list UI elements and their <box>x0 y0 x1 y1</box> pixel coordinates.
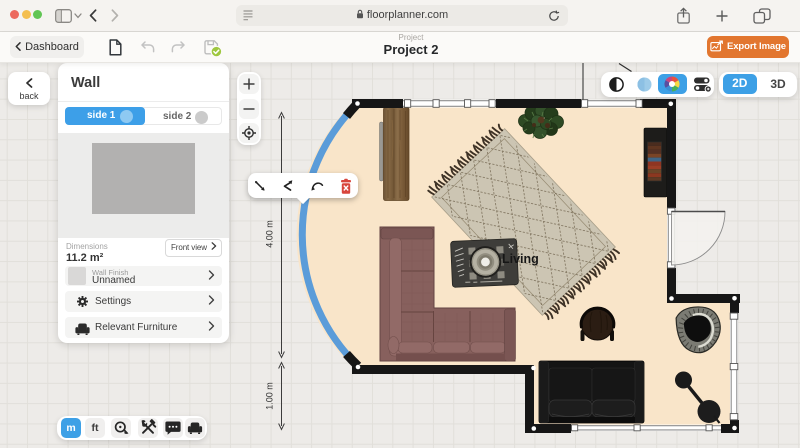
svg-text:4.00 m: 4.00 m <box>265 220 275 248</box>
svg-text:1.00 m: 1.00 m <box>265 382 275 410</box>
svg-text:Living: Living <box>502 252 539 266</box>
